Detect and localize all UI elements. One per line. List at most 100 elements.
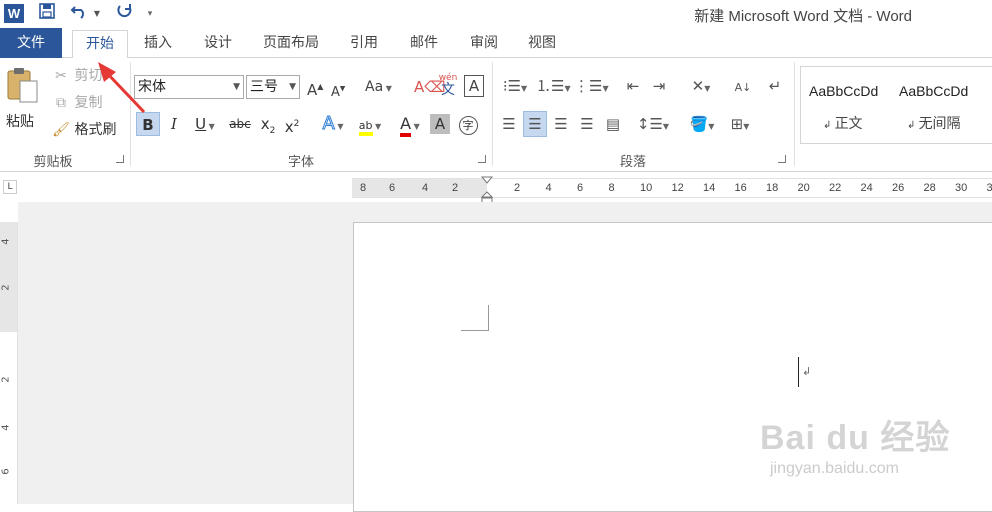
font-color-button[interactable]: A ▼ — [392, 112, 428, 136]
chevron-down-icon: ▼ — [708, 122, 714, 131]
chevron-down-icon: ▼ — [233, 76, 240, 98]
highlight-button[interactable]: ab ▼ — [352, 112, 388, 136]
font-color-icon: A — [400, 114, 411, 137]
borders-icon: ⊞ — [731, 115, 744, 133]
chevron-down-icon: ▼ — [383, 84, 392, 93]
style-no-spacing-name[interactable]: ↲ 无间隔 — [907, 113, 961, 133]
tab-page-layout[interactable]: 页面布局 — [254, 30, 328, 58]
group-divider — [794, 62, 795, 166]
italic-label: I — [171, 115, 177, 133]
vertical-ruler[interactable]: 42246 — [0, 222, 18, 504]
tab-references[interactable]: 引用 — [340, 30, 388, 58]
align-center-button[interactable]: ☰ — [523, 111, 547, 137]
paintbrush-icon: 🖌 — [52, 120, 70, 140]
chevron-down-icon: ▼ — [743, 122, 749, 131]
justify-icon: ☰ — [580, 115, 593, 133]
font-launcher-icon[interactable] — [478, 155, 486, 163]
text-effects-button[interactable]: A ▼ — [316, 112, 350, 136]
show-marks-button[interactable]: ↵ — [764, 75, 786, 97]
asian-layout-button[interactable]: ✕▼ — [684, 75, 718, 97]
vertical-ruler-number: 4 — [1, 238, 12, 244]
tab-home[interactable]: 开始 — [72, 30, 128, 60]
ruler-number: 22 — [829, 182, 841, 194]
justify-button[interactable]: ☰ — [576, 113, 598, 135]
style-no-spacing-sample[interactable]: AaBbCcDd — [899, 83, 968, 99]
enclose-characters-button[interactable]: 字 — [456, 112, 480, 136]
subscript-label: x — [261, 115, 270, 133]
ruler-number: 28 — [924, 182, 936, 194]
style-normal-sample[interactable]: AaBbCcDd — [809, 83, 878, 99]
cut-label: 剪切 — [74, 68, 102, 84]
grow-font-button[interactable]: A▲ — [307, 77, 323, 100]
distributed-button[interactable]: ▤ — [602, 113, 624, 135]
chevron-down-icon: ▼ — [206, 122, 215, 131]
font-size-value: 三号 — [250, 79, 278, 95]
borders-button[interactable]: ⊞▼ — [722, 113, 758, 135]
customize-qat-icon[interactable]: ▾ — [144, 3, 156, 25]
bold-button[interactable]: B — [136, 112, 160, 136]
numbering-icon: ⒈☰ — [536, 77, 564, 95]
ruler-number: 24 — [861, 182, 873, 194]
tab-selector-button[interactable]: L — [3, 180, 17, 194]
decrease-indent-button[interactable]: ⇤ — [622, 75, 644, 97]
ribbon-tabs: 文件 开始 插入 设计 页面布局 引用 邮件 审阅 视图 — [0, 28, 992, 58]
character-border-button[interactable]: A — [464, 75, 484, 97]
tab-design[interactable]: 设计 — [194, 30, 242, 58]
paragraph-launcher-icon[interactable] — [778, 155, 786, 163]
phonetic-guide-button[interactable]: wén 文 — [438, 72, 458, 96]
style-normal-name[interactable]: ↲ 正文 — [823, 113, 863, 133]
tab-mailings[interactable]: 邮件 — [400, 30, 448, 58]
tab-insert[interactable]: 插入 — [134, 30, 182, 58]
increase-indent-button[interactable]: ⇥ — [648, 75, 670, 97]
ruler-number: 8 — [609, 182, 615, 194]
subscript-button[interactable]: x2 — [256, 112, 280, 136]
increase-indent-icon: ⇥ — [653, 77, 666, 95]
paragraph-mark-icon: ↵ — [769, 77, 782, 95]
watermark-brand: Bai du 经验 — [760, 410, 950, 459]
line-spacing-button[interactable]: ↕☰▼ — [636, 113, 670, 135]
paragraph-mark: ↲ — [802, 365, 811, 378]
chevron-down-icon: ▼ — [564, 84, 570, 93]
undo-icon[interactable] — [68, 3, 90, 25]
font-name-value: 宋体 — [138, 79, 166, 95]
superscript-button[interactable]: x2 — [280, 112, 304, 136]
align-right-button[interactable]: ☰ — [550, 113, 572, 135]
italic-button[interactable]: I — [162, 112, 186, 136]
change-case-button[interactable]: Aa ▼ — [365, 77, 392, 99]
save-icon[interactable] — [36, 3, 58, 25]
clipboard-launcher-icon[interactable] — [116, 155, 124, 163]
decrease-indent-icon: ⇤ — [627, 77, 640, 95]
format-painter-button[interactable]: 🖌 格式刷 — [52, 120, 116, 140]
align-left-button[interactable]: ☰ — [498, 113, 520, 135]
superscript-label: x — [285, 118, 294, 136]
clipboard-group-label: 剪贴板 — [28, 151, 78, 170]
paste-button[interactable]: 粘贴 — [6, 66, 46, 140]
bullets-button[interactable]: ⁝☰▼ — [498, 75, 532, 97]
undo-dropdown-icon[interactable]: ▼ — [92, 3, 102, 25]
multilevel-list-button[interactable]: ⋮☰▼ — [574, 75, 608, 97]
ruler-left-margin — [352, 179, 487, 197]
ruler-number: 8 — [360, 182, 366, 194]
ruler-number: 14 — [703, 182, 715, 194]
copy-button[interactable]: ⧉ 复制 — [52, 93, 102, 113]
tab-view[interactable]: 视图 — [518, 30, 566, 58]
cut-button[interactable]: ✂ 剪切 — [52, 66, 102, 86]
shading-button[interactable]: 🪣▼ — [684, 113, 720, 135]
font-name-combo[interactable]: 宋体 ▼ — [134, 75, 244, 99]
underline-button[interactable]: U ▼ — [188, 112, 222, 136]
strikethrough-button[interactable]: abc — [226, 112, 254, 136]
sort-button[interactable]: A↓ — [732, 75, 754, 97]
numbering-button[interactable]: ⒈☰▼ — [536, 75, 570, 97]
underline-label: U — [195, 115, 206, 133]
font-size-combo[interactable]: 三号 ▼ — [246, 75, 300, 99]
tab-review[interactable]: 审阅 — [460, 30, 508, 58]
baidu-watermark: Bai du 经验 jingyan.baidu.com — [760, 398, 980, 498]
character-shading-button[interactable]: A — [430, 114, 450, 134]
shrink-font-button[interactable]: A▼ — [331, 79, 345, 103]
redo-icon[interactable] — [114, 3, 136, 25]
character-shading-label: A — [435, 115, 445, 133]
tab-file[interactable]: 文件 — [0, 28, 62, 58]
horizontal-ruler[interactable]: 86422468101214161820222426283032 — [352, 178, 992, 198]
chevron-down-icon: ▼ — [704, 84, 710, 93]
scissors-icon: ✂ — [52, 66, 70, 86]
